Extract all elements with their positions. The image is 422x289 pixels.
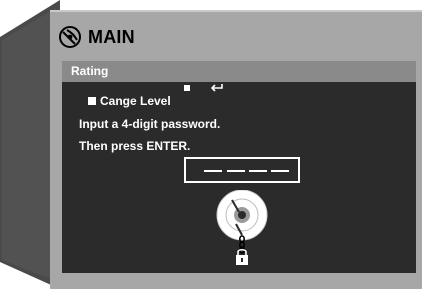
page-title: MAIN bbox=[88, 26, 135, 47]
instruction-text-2: Then press ENTER. bbox=[79, 139, 191, 153]
password-digit-slot bbox=[271, 170, 289, 172]
password-digit-slot bbox=[249, 170, 267, 172]
square-bullet-icon bbox=[184, 85, 190, 91]
title-bar: MAIN bbox=[58, 20, 358, 54]
return-arrow-icon bbox=[210, 84, 223, 92]
rating-header-bar: Rating bbox=[62, 61, 416, 82]
section-title: Rating bbox=[71, 64, 109, 78]
menu-item-change-level[interactable]: Cange Level bbox=[88, 94, 171, 108]
password-digit-slot bbox=[227, 170, 245, 172]
square-bullet-icon bbox=[88, 96, 96, 105]
screen-body: Rating Cange Level Input a 4-digit passw… bbox=[62, 61, 416, 273]
menu-item-label: Cange Level bbox=[100, 94, 171, 108]
osd-screen: Rating Cange Level Input a 4-digit passw… bbox=[62, 61, 416, 273]
password-input[interactable] bbox=[184, 157, 300, 183]
satellite-disc-icon bbox=[59, 26, 81, 48]
disc-with-padlock-icon bbox=[216, 190, 268, 265]
instruction-text-1: Input a 4-digit password. bbox=[79, 117, 221, 131]
frame-highlight bbox=[50, 10, 422, 12]
password-digit-slot bbox=[204, 170, 222, 172]
